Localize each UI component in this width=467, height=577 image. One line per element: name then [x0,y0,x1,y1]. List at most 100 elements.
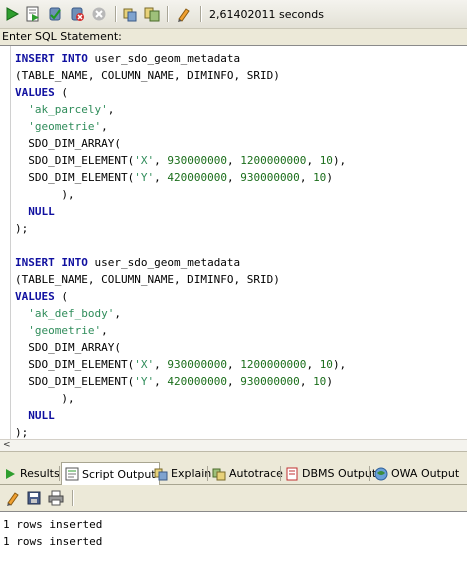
code-token: , [154,154,168,167]
tab-separator [280,466,281,481]
tab-explain[interactable]: Explain [151,463,214,484]
code-token: 930000000 [167,154,227,167]
code-token: ( [54,86,68,99]
code-token: 10 [319,358,333,371]
unshared-worksheet-icon[interactable] [143,5,161,23]
cancel-icon[interactable] [90,5,108,23]
code-line[interactable]: ); [15,220,467,237]
code-token: SDO_DIM_ELEMENT( [15,358,135,371]
code-token: ), [15,188,75,201]
code-line[interactable] [15,237,467,254]
code-line[interactable]: VALUES ( [15,84,467,101]
code-line[interactable]: VALUES ( [15,288,467,305]
run-script-icon[interactable] [24,5,42,23]
code-token: , [306,154,320,167]
code-token: 10 [319,154,333,167]
code-line[interactable]: 'ak_def_body', [15,305,467,322]
explain-icon [154,467,168,481]
output-text: 1 rows inserted 1 rows inserted [3,516,102,550]
code-token: , [101,120,108,133]
code-token: , [154,171,168,184]
sql-editor[interactable]: INSERT INTO user_sdo_geom_metadata (TABLE… [0,45,467,439]
code-token: , [299,375,314,388]
code-token: 'X' [134,358,155,371]
worksheet-toolbar: 2,61402011 seconds [0,0,467,29]
script-output-panel[interactable]: 1 rows inserted 1 rows inserted [0,511,467,577]
code-token: SDO_DIM_ELEMENT( [15,154,135,167]
code-line[interactable]: ); [15,424,467,439]
code-token: 'ak_def_body' [28,307,115,320]
code-token: ); [15,426,29,439]
code-line[interactable]: 'geometrie', [15,322,467,339]
code-line[interactable]: ), [15,186,467,203]
owa-output-icon [374,467,388,481]
clear-output-icon[interactable] [4,489,22,507]
code-token: 10 [313,171,327,184]
code-token: INSERT INTO [15,52,88,65]
code-token: , [226,154,241,167]
sql-history-icon[interactable] [121,5,139,23]
code-token: (TABLE_NAME, COLUMN_NAME, DIMINFO, SRID) [15,69,280,82]
code-line[interactable]: INSERT INTO user_sdo_geom_metadata [15,254,467,271]
code-line[interactable]: NULL [15,203,467,220]
code-token: 930000000 [240,375,300,388]
code-token: 'geometrie' [28,120,102,133]
code-token: NULL [28,205,55,218]
clear-icon[interactable] [175,5,193,23]
code-token: , [107,103,115,116]
output-tabs: Results Script Output Explain Autotrace … [0,461,467,485]
code-line[interactable]: SDO_DIM_ARRAY( [15,339,467,356]
code-token: , [306,358,320,371]
scroll-left-icon[interactable]: < [3,440,11,451]
code-token: , [226,171,241,184]
tab-script-output[interactable]: Script Output [61,462,160,485]
code-line[interactable]: ), [15,390,467,407]
code-token: ), [15,392,75,405]
tab-autotrace[interactable]: Autotrace [209,463,286,484]
code-token: SDO_DIM_ARRAY( [15,341,121,354]
code-line[interactable]: SDO_DIM_ELEMENT('X', 930000000, 12000000… [15,356,467,373]
tab-separator [369,466,370,481]
rollback-icon[interactable] [68,5,86,23]
code-token: 'Y' [134,171,155,184]
tab-owa-output[interactable]: OWA Output [371,463,462,484]
code-line[interactable]: SDO_DIM_ELEMENT('Y', 420000000, 93000000… [15,169,467,186]
print-icon[interactable] [47,489,65,507]
code-line[interactable]: SDO_DIM_ELEMENT('Y', 420000000, 93000000… [15,373,467,390]
code-token: ); [15,222,29,235]
split-pane-divider[interactable] [0,451,467,461]
code-line[interactable]: 'ak_parcely', [15,101,467,118]
code-line[interactable]: (TABLE_NAME, COLUMN_NAME, DIMINFO, SRID) [15,271,467,288]
code-token: 'Y' [134,375,155,388]
tab-results[interactable]: Results [0,463,63,484]
tab-dbms-output[interactable]: DBMS Output [282,463,379,484]
tab-label: OWA Output [391,467,460,480]
sql-code[interactable]: INSERT INTO user_sdo_geom_metadata (TABLE… [15,50,467,439]
script-output-icon [65,467,79,481]
code-line[interactable]: (TABLE_NAME, COLUMN_NAME, DIMINFO, SRID) [15,67,467,84]
code-token: 1200000000 [240,358,307,371]
autotrace-icon [212,467,226,481]
code-token: VALUES [15,86,55,99]
code-line[interactable]: INSERT INTO user_sdo_geom_metadata [15,50,467,67]
code-line[interactable]: 'geometrie', [15,118,467,135]
code-token: ), [332,358,347,371]
code-line[interactable]: SDO_DIM_ELEMENT('X', 930000000, 12000000… [15,152,467,169]
code-token: 1200000000 [240,154,307,167]
code-token: 420000000 [167,375,227,388]
code-line[interactable]: SDO_DIM_ARRAY( [15,135,467,152]
run-statement-icon[interactable] [3,5,21,23]
horizontal-scrollbar[interactable]: < [0,439,467,451]
code-token: 930000000 [240,171,300,184]
code-token: VALUES [15,290,55,303]
code-token: SDO_DIM_ELEMENT( [15,375,135,388]
code-line[interactable]: NULL [15,407,467,424]
code-token: user_sdo_geom_metadata [87,256,241,269]
dbms-output-icon [285,467,299,481]
execution-time: 2,61402011 seconds [209,8,324,21]
commit-icon[interactable] [46,5,64,23]
save-icon[interactable] [25,489,43,507]
